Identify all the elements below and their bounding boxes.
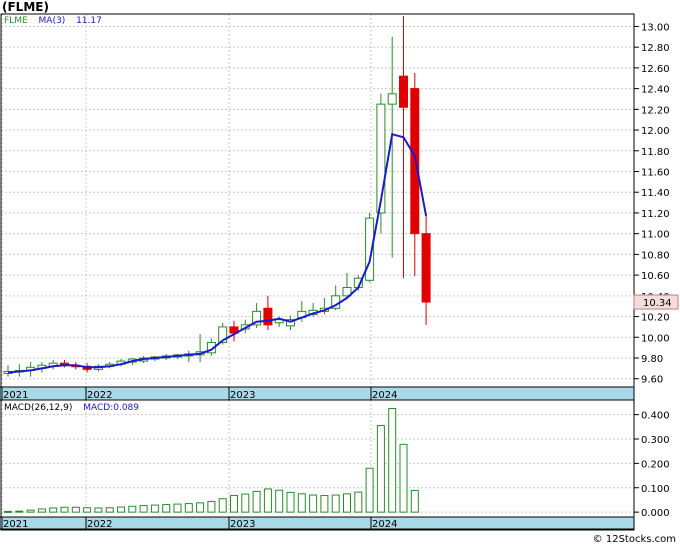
price-y-tick-label: 10.20 bbox=[641, 313, 670, 324]
macd-year-label: 2022 bbox=[87, 519, 112, 530]
macd-bar bbox=[4, 510, 12, 513]
candle-body bbox=[421, 233, 431, 303]
price-grid bbox=[1, 14, 634, 387]
macd-y-tick-label: 0.100 bbox=[641, 484, 670, 495]
price-y-tick-label: 12.80 bbox=[641, 43, 670, 54]
macd-bar bbox=[184, 503, 193, 513]
macd-bar bbox=[94, 507, 103, 513]
legend-macd-label: MACD(26,12,9) bbox=[4, 403, 73, 413]
price-y-tick-label: 11.40 bbox=[641, 188, 670, 199]
macd-y-tick-label: 0.200 bbox=[641, 459, 670, 470]
price-y-tick-label: 12.00 bbox=[641, 126, 670, 137]
macd-bar bbox=[241, 493, 250, 513]
macd-y-tick-label: 0.000 bbox=[641, 508, 670, 519]
footer-credit: © 12Stocks.com bbox=[592, 534, 676, 545]
ma3-line bbox=[7, 132, 428, 374]
price-legend: FLME MA(3) 11.17 bbox=[4, 16, 102, 26]
price-year-label: 2022 bbox=[87, 390, 112, 401]
macd-histogram bbox=[4, 408, 419, 513]
macd-bar bbox=[37, 508, 46, 513]
macd-bar bbox=[275, 489, 284, 513]
price-y-tick-label: 10.00 bbox=[641, 333, 670, 344]
macd-bar bbox=[83, 507, 92, 513]
price-year-label: 2024 bbox=[372, 390, 397, 401]
price-y-tick-label: 9.60 bbox=[641, 375, 663, 386]
macd-bar bbox=[263, 488, 272, 513]
macd-bar bbox=[399, 443, 408, 513]
legend-macd-value: MACD:0.089 bbox=[83, 403, 140, 413]
macd-bar bbox=[26, 509, 35, 513]
price-y-tick-label: 10.60 bbox=[641, 271, 670, 282]
legend-ma-value: 11.17 bbox=[76, 16, 102, 26]
macd-bar bbox=[71, 506, 80, 513]
macd-bar bbox=[230, 495, 238, 513]
macd-y-axis: 0.000 0.100 0.200 0.300 0.400 bbox=[634, 411, 670, 519]
price-y-tick-label: 13.00 bbox=[641, 22, 670, 33]
macd-bar bbox=[15, 510, 24, 513]
price-y-tick-label: 12.20 bbox=[641, 105, 670, 116]
chart-frame bbox=[0, 13, 635, 531]
macd-bar bbox=[60, 506, 69, 513]
macd-bar bbox=[207, 500, 216, 513]
macd-bar bbox=[105, 507, 114, 513]
macd-bar bbox=[331, 494, 340, 513]
price-y-tick-label: 11.80 bbox=[641, 147, 670, 158]
price-y-tick-label: 10.80 bbox=[641, 250, 670, 261]
macd-bar bbox=[410, 489, 419, 513]
macd-y-tick-label: 0.300 bbox=[641, 435, 670, 446]
macd-bar bbox=[173, 503, 182, 513]
candle-body bbox=[263, 307, 273, 326]
macd-bar bbox=[49, 507, 58, 513]
price-year-label: 2023 bbox=[230, 390, 255, 401]
macd-bar bbox=[376, 425, 385, 513]
macd-grid bbox=[1, 400, 634, 517]
macd-bar bbox=[128, 505, 137, 513]
candlestick-series bbox=[3, 16, 431, 377]
macd-bar bbox=[309, 494, 318, 513]
macd-bar bbox=[320, 495, 329, 513]
macd-bar bbox=[297, 493, 306, 513]
macd-bar bbox=[139, 505, 148, 513]
macd-y-tick-label: 0.400 bbox=[641, 411, 670, 422]
macd-bar bbox=[286, 491, 295, 513]
macd-year-label: 2023 bbox=[230, 519, 255, 530]
macd-bar bbox=[117, 506, 125, 513]
macd-legend: MACD(26,12,9) MACD:0.089 bbox=[4, 403, 139, 413]
price-y-tick-label: 12.40 bbox=[641, 85, 670, 96]
price-y-tick-label: 12.60 bbox=[641, 64, 670, 75]
chart-title: (FLME) bbox=[2, 0, 49, 14]
chart-canvas: 2021 2022 2023 2024 2021 2022 2023 2024 9.60 9.… bbox=[0, 13, 679, 531]
price-y-tick-label: 9.80 bbox=[641, 354, 663, 365]
candle-body bbox=[399, 75, 408, 108]
candle-body bbox=[387, 93, 397, 105]
macd-bar bbox=[388, 408, 397, 513]
macd-year-label: 2021 bbox=[3, 519, 28, 530]
macd-bar bbox=[365, 467, 374, 513]
price-y-tick-label: 11.60 bbox=[641, 167, 670, 178]
macd-bar bbox=[150, 504, 159, 513]
macd-bar bbox=[162, 504, 171, 513]
legend-ma-label: MA(3) bbox=[38, 16, 66, 26]
macd-bar bbox=[354, 491, 363, 513]
macd-bar bbox=[196, 502, 205, 513]
legend-symbol: FLME bbox=[4, 16, 28, 26]
macd-bar bbox=[218, 498, 227, 513]
last-price-label: 10.34 bbox=[643, 298, 672, 309]
price-y-tick-label: 11.00 bbox=[641, 230, 670, 241]
last-price-marker: 10.34 bbox=[633, 294, 679, 310]
macd-bar bbox=[252, 490, 261, 513]
price-year-label: 2021 bbox=[3, 390, 28, 401]
macd-bar bbox=[343, 493, 351, 513]
price-y-tick-label: 11.20 bbox=[641, 209, 670, 220]
price-y-axis: 9.609.8010.0010.2010.4010.6010.8011.0011… bbox=[634, 22, 670, 386]
macd-year-label: 2024 bbox=[372, 519, 397, 530]
